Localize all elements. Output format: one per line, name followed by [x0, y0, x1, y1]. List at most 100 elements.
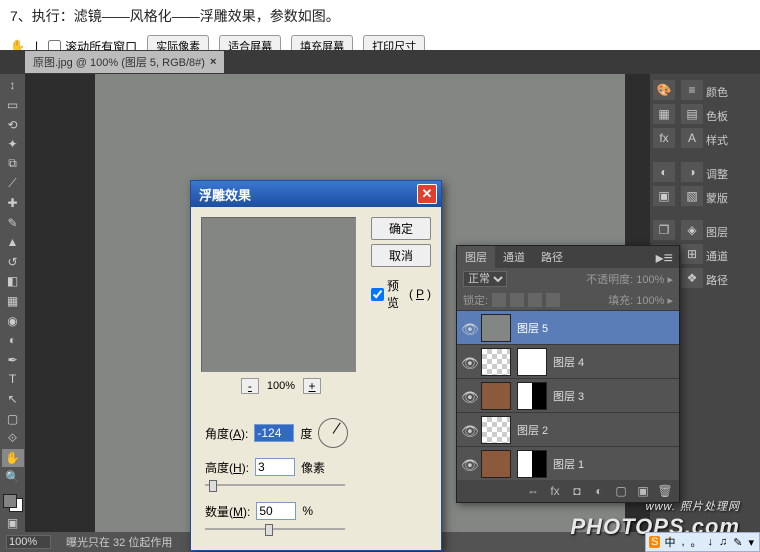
marquee-tool[interactable]: ▭ [2, 96, 24, 115]
eyedropper-tool[interactable]: ⟋ [2, 174, 24, 193]
layers-panel-icon-2[interactable]: ◈ [681, 220, 703, 240]
emboss-dialog: 浮雕效果 ✕ - 100% + 确定 取消 预览(P) [190, 180, 442, 551]
dialog-titlebar[interactable]: 浮雕效果 ✕ [191, 181, 441, 207]
styles-panel-icon-2[interactable]: A [681, 128, 703, 148]
layer-row[interactable]: 👁 图层 2 [457, 412, 679, 446]
eye-icon[interactable]: 👁 [461, 355, 475, 369]
new-layer-icon[interactable]: ▣ [635, 484, 651, 498]
channels-panel-icon-2[interactable]: ⊞ [681, 244, 703, 264]
pen-tool[interactable]: ✒ [2, 351, 24, 370]
lock-trans-icon[interactable] [492, 293, 506, 307]
lock-pos-icon[interactable] [528, 293, 542, 307]
close-icon[interactable]: × [210, 56, 216, 68]
layer-row[interactable]: 👁 图层 5 [457, 310, 679, 344]
preview-thumbnail[interactable] [201, 217, 356, 372]
zoom-tool[interactable]: 🔍 [2, 468, 24, 487]
lock-all-icon[interactable] [546, 293, 560, 307]
paths-label[interactable]: 路径 [706, 270, 760, 290]
adjust-panel-icon-2[interactable]: ◑ [681, 162, 703, 182]
height-input[interactable] [255, 458, 295, 476]
height-slider[interactable] [205, 478, 345, 492]
tool-palette: ↕ ▭ ⟲ ✦ ⧉ ⟋ ✚ ✎ ▲ ↺ ◧ ▦ ◉ ◐ ✒ T ↖ ▢ ⟐ ✋ … [0, 74, 25, 532]
swatches-label[interactable]: 色板 [706, 106, 760, 126]
color-swatch[interactable] [3, 494, 23, 513]
layer-row[interactable]: 👁 图层 3 [457, 378, 679, 412]
styles-panel-icon[interactable]: fx [653, 128, 675, 148]
blend-mode-select[interactable]: 正常 [463, 271, 507, 287]
trash-icon[interactable]: 🗑 [657, 484, 673, 498]
wand-tool[interactable]: ✦ [2, 135, 24, 154]
stamp-tool[interactable]: ▲ [2, 233, 24, 252]
styles-label[interactable]: 样式 [706, 130, 760, 150]
brush-tool[interactable]: ✎ [2, 213, 24, 232]
layers-label[interactable]: 图层 [706, 222, 760, 242]
folder-icon[interactable]: ▢ [613, 484, 629, 498]
zoom-level: 100% [267, 380, 295, 392]
tab-layers[interactable]: 图层 [457, 246, 495, 268]
tab-channels[interactable]: 通道 [495, 246, 533, 268]
color-label[interactable]: 颜色 [706, 82, 760, 102]
dialog-close-button[interactable]: ✕ [417, 184, 437, 204]
preview-checkbox[interactable]: 预览(P) [371, 277, 431, 311]
amount-slider[interactable] [205, 522, 345, 536]
dodge-tool[interactable]: ◐ [2, 331, 24, 350]
eye-icon[interactable]: 👁 [461, 321, 475, 335]
lock-paint-icon[interactable] [510, 293, 524, 307]
panel-menu-icon[interactable]: ▸≡ [650, 248, 679, 268]
shape-tool[interactable]: ▢ [2, 409, 24, 428]
adjustment-icon[interactable]: ◐ [591, 484, 607, 498]
tab-paths[interactable]: 路径 [533, 246, 571, 268]
adjust-label[interactable]: 调整 [706, 164, 760, 184]
history-brush-tool[interactable]: ↺ [2, 252, 24, 271]
mask-icon[interactable]: ◘ [569, 484, 585, 498]
3d-tool[interactable]: ⟐ [2, 429, 24, 448]
mask-panel-icon-2[interactable]: ▧ [681, 186, 703, 206]
zoom-input[interactable] [6, 535, 51, 549]
status-message: 曝光只在 32 位起作用 [66, 534, 172, 550]
document-tab-bar: 原图.jpg @ 100% (图层 5, RGB/8#) × [0, 50, 760, 74]
eye-icon[interactable]: 👁 [461, 389, 475, 403]
heal-tool[interactable]: ✚ [2, 194, 24, 213]
zoom-in-button[interactable]: + [303, 378, 321, 394]
swatches-panel-icon-2[interactable]: ▤ [681, 104, 703, 124]
type-tool[interactable]: T [2, 370, 24, 389]
eraser-tool[interactable]: ◧ [2, 272, 24, 291]
path-tool[interactable]: ↖ [2, 390, 24, 409]
mask-label[interactable]: 蒙版 [706, 188, 760, 208]
mask-panel-icon[interactable]: ▣ [653, 186, 675, 206]
layers-list: 👁 图层 5 👁 图层 4 👁 图层 3 👁 图层 2 [457, 310, 679, 480]
zoom-out-button[interactable]: - [241, 378, 259, 394]
layer-mask [517, 382, 547, 410]
lasso-tool[interactable]: ⟲ [2, 115, 24, 134]
angle-input[interactable] [254, 424, 294, 442]
move-tool[interactable]: ↕ [2, 76, 24, 95]
crop-tool[interactable]: ⧉ [2, 154, 24, 173]
paths-panel-icon-2[interactable]: ❖ [681, 268, 703, 288]
gradient-tool[interactable]: ▦ [2, 292, 24, 311]
fx-icon[interactable]: fx [547, 484, 563, 498]
swatches-panel-icon[interactable]: ▦ [653, 104, 675, 124]
hand-tool[interactable]: ✋ [2, 449, 24, 468]
adjust-panel-icon[interactable]: ◐ [653, 162, 675, 182]
color-panel-icon-2[interactable]: ≡ [681, 80, 703, 100]
angle-wheel[interactable] [318, 418, 348, 448]
blur-tool[interactable]: ◉ [2, 311, 24, 330]
ok-button[interactable]: 确定 [371, 217, 431, 240]
layers-panel-icon[interactable]: ❐ [653, 220, 675, 240]
layer-row[interactable]: 👁 图层 4 [457, 344, 679, 378]
document-tab[interactable]: 原图.jpg @ 100% (图层 5, RGB/8#) × [25, 51, 224, 73]
link-icon[interactable]: ⇔ [525, 484, 541, 498]
layer-thumb [481, 416, 511, 444]
layers-panel: 图层 通道 路径 ▸≡ 正常 不透明度: 100% ▸ 锁定: 填充: 100%… [456, 245, 680, 503]
eye-icon[interactable]: 👁 [461, 423, 475, 437]
channels-label[interactable]: 通道 [706, 246, 760, 266]
quickmask-tool[interactable]: ▣ [2, 513, 24, 532]
fg-color[interactable] [3, 494, 17, 508]
cancel-button[interactable]: 取消 [371, 244, 431, 267]
eye-icon[interactable]: 👁 [461, 457, 475, 471]
app-frame: 原图.jpg @ 100% (图层 5, RGB/8#) × ↕ ▭ ⟲ ✦ ⧉… [0, 50, 760, 552]
amount-input[interactable] [256, 502, 296, 520]
layer-row[interactable]: 👁 图层 1 [457, 446, 679, 480]
ime-bar[interactable]: S 中 , 。 ↓ ♫ ✎ ▾ [645, 532, 760, 552]
color-panel-icon[interactable]: 🎨 [653, 80, 675, 100]
